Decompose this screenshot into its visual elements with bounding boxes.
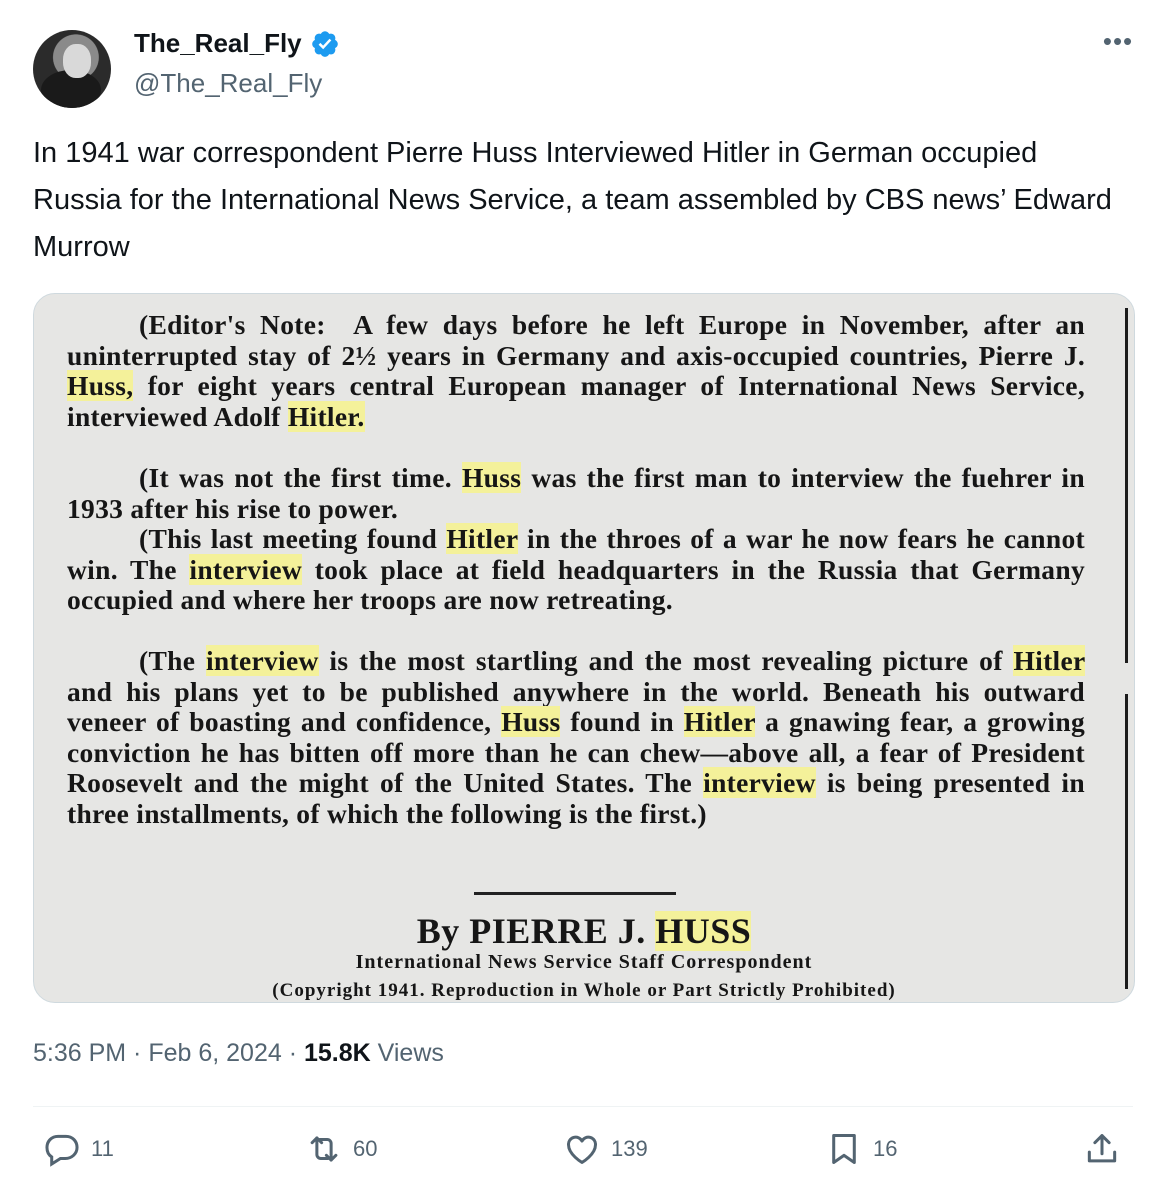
clip-highlight: Hitler <box>1013 645 1085 676</box>
bookmark-button[interactable]: 16 <box>825 1130 897 1168</box>
tweet-time[interactable]: 5:36 PM <box>33 1039 126 1067</box>
tweet-date[interactable]: Feb 6, 2024 <box>148 1039 281 1067</box>
share-button[interactable] <box>1083 1130 1121 1168</box>
avatar[interactable] <box>33 30 111 108</box>
more-options-icon[interactable]: ••• <box>1098 28 1138 56</box>
clip-text: is the most startling and the most revea… <box>329 645 1003 676</box>
clip-highlight: Hitler. <box>287 400 365 432</box>
views-count: 15.8K <box>303 1039 371 1067</box>
reply-count: 11 <box>91 1136 114 1161</box>
repost-button[interactable]: 60 <box>305 1130 377 1168</box>
newspaper-clipping: (Editor's Note: A few days before he lef… <box>34 294 1134 1002</box>
avatar-face <box>63 44 91 78</box>
clipping-byline: By PIERRE J. HUSS <box>34 910 1134 952</box>
byline-highlight: HUSS <box>655 911 752 951</box>
action-bar: 11 60 139 16 <box>33 1130 1133 1180</box>
clipping-subline: International News Service Staff Corresp… <box>355 951 813 973</box>
tweet-meta: 5:36 PM · Feb 6, 2024 · 15.8K Views <box>33 1039 444 1068</box>
clip-text: (It was not the first time. <box>139 462 452 493</box>
clipping-paragraph-2: (It was not the first time. Huss was the… <box>67 462 1085 524</box>
repost-count: 60 <box>353 1136 378 1161</box>
clip-highlight: Huss, <box>67 370 134 402</box>
clip-highlight: Hitler <box>683 706 756 738</box>
views-label: Views <box>370 1039 444 1067</box>
meta-separator: · <box>281 1039 304 1067</box>
reply-icon <box>45 1134 79 1167</box>
clipping-paragraph-3: (This last meeting found Hitler in the t… <box>67 523 1085 616</box>
byline-text: By PIERRE J. <box>416 911 646 951</box>
column-rule <box>1125 308 1128 663</box>
clip-highlight: interview <box>205 645 319 676</box>
user-handle[interactable]: @The_Real_Fly <box>134 68 322 99</box>
clip-highlight: Huss <box>461 462 522 493</box>
clip-highlight: Huss <box>501 706 561 738</box>
reply-button[interactable]: 11 <box>43 1130 114 1168</box>
repost-icon <box>310 1136 338 1162</box>
like-button[interactable]: 139 <box>563 1130 648 1168</box>
clip-highlight: Hitler <box>446 523 518 554</box>
clip-text: found in <box>570 706 674 738</box>
author-name-row: The_Real_Fly <box>134 28 340 59</box>
heart-icon <box>567 1135 597 1164</box>
meta-separator: · <box>126 1039 149 1067</box>
clip-highlight: interview <box>703 767 816 799</box>
verified-badge-icon <box>311 30 338 57</box>
clip-text: (The <box>139 645 196 676</box>
attached-image[interactable]: (Editor's Note: A few days before he lef… <box>33 293 1135 1003</box>
clip-text: (Editor's Note: <box>139 309 326 340</box>
like-count: 139 <box>611 1136 648 1161</box>
bookmark-icon <box>832 1134 856 1164</box>
share-icon <box>1087 1134 1117 1163</box>
clipping-paragraph-4: (The interview is the most startling and… <box>67 645 1085 830</box>
tweet-text: In 1941 war correspondent Pierre Huss In… <box>33 137 1112 263</box>
clipping-paragraph-1: (Editor's Note: A few days before he lef… <box>67 309 1085 432</box>
bookmark-count: 16 <box>873 1136 898 1161</box>
clip-highlight: interview <box>189 553 303 585</box>
clip-text: (This last meeting found <box>139 523 438 554</box>
divider <box>33 1106 1133 1107</box>
display-name[interactable]: The_Real_Fly <box>134 28 302 59</box>
clipping-copyright: (Copyright 1941. Reproduction in Whole o… <box>272 980 896 1001</box>
clipping-divider <box>474 892 676 895</box>
clip-text: for eight years central European manager… <box>67 370 1085 432</box>
